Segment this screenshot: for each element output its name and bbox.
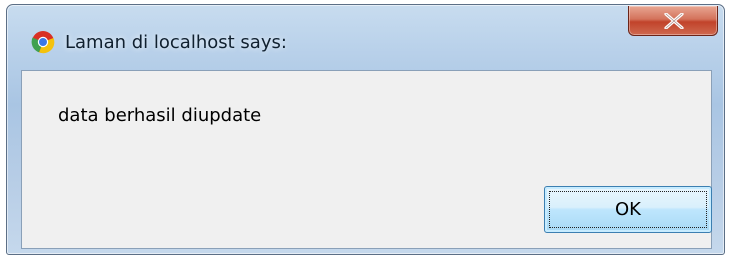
ok-button[interactable]: OK: [544, 186, 712, 233]
title-bar[interactable]: Laman di localhost says:: [7, 5, 724, 54]
ok-button-label: OK: [615, 199, 641, 220]
chrome-icon: [31, 30, 55, 54]
dialog-message: data berhasil diupdate: [58, 105, 262, 126]
alert-dialog: Laman di localhost says: data berhasil d…: [6, 4, 725, 255]
dialog-body: data berhasil diupdate OK: [21, 70, 712, 249]
close-icon: [664, 13, 684, 29]
dialog-title: Laman di localhost says:: [65, 32, 287, 53]
close-button[interactable]: [628, 6, 718, 36]
